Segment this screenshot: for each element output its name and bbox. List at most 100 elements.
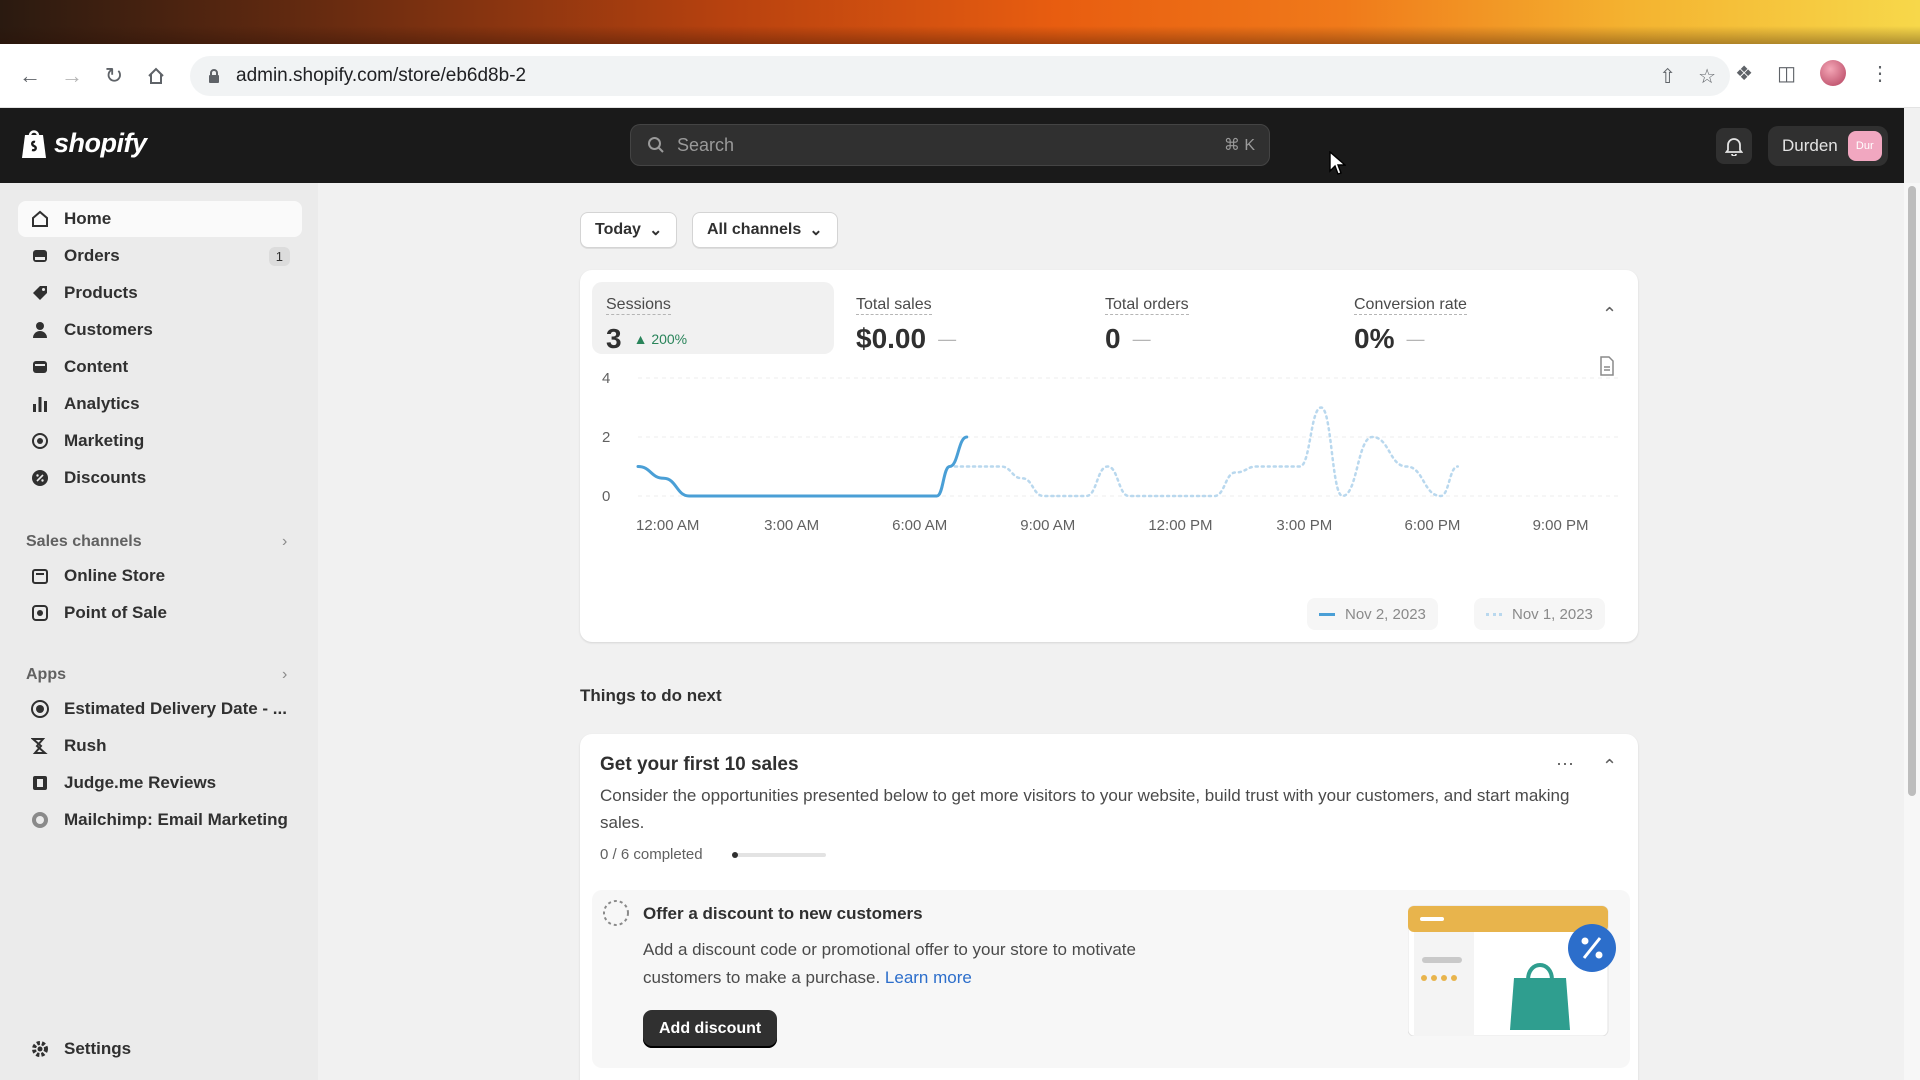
sidebar-item-orders[interactable]: Orders 1	[18, 238, 302, 274]
reload-icon[interactable]: ↻	[98, 60, 130, 92]
series-line-previous	[636, 406, 1460, 498]
sidebar-item-judgeme[interactable]: Judge.me Reviews	[18, 765, 302, 801]
sidebar-item-estimated-delivery[interactable]: Estimated Delivery Date - ...	[18, 691, 302, 727]
shopify-bag-icon	[22, 130, 46, 158]
task-incomplete-circle-icon[interactable]	[602, 899, 630, 927]
search-icon	[648, 137, 664, 153]
legend-current-period[interactable]: Nov 2, 2023	[1307, 598, 1438, 630]
store-user-name: Durden	[1782, 136, 1838, 155]
channel-filter-button[interactable]: All channels ⌄	[692, 212, 838, 248]
browser-menu-icon[interactable]: ⋮	[1870, 61, 1890, 86]
sidebar-item-label: Judge.me Reviews	[64, 773, 217, 792]
add-discount-button[interactable]: Add discount	[643, 1010, 778, 1048]
browser-profile-avatar[interactable]	[1820, 60, 1846, 86]
home-browser-icon[interactable]	[140, 60, 172, 92]
metric-sessions[interactable]: Sessions 3 ▲ 200%	[592, 282, 834, 354]
sidebar-item-home[interactable]: Home	[18, 201, 302, 237]
collapse-chevron-up-icon[interactable]: ⌃	[1602, 304, 1617, 325]
bell-icon	[1725, 138, 1743, 156]
sidebar-item-label: Orders	[64, 246, 120, 265]
sidebar-item-label: Online Store	[64, 566, 166, 585]
x-tick-label: 6:00 PM	[1405, 517, 1461, 534]
bar-chart-icon	[30, 394, 50, 414]
extensions-icon[interactable]: ❖	[1735, 61, 1753, 86]
chevron-down-icon: ⌄	[809, 222, 823, 239]
home-icon	[30, 209, 50, 229]
metric-trend-value: —	[1132, 328, 1151, 349]
legend-dotted-swatch	[1486, 612, 1502, 616]
metric-conversion-rate[interactable]: Conversion rate 0% —	[1354, 282, 1584, 354]
legend-solid-swatch	[1319, 612, 1335, 616]
sidebar-item-label: Settings	[64, 1039, 132, 1058]
account-menu-button[interactable]: Durden Dur	[1768, 126, 1888, 166]
onboarding-description: Consider the opportunities presented bel…	[600, 786, 1570, 832]
collapse-chevron-up-icon[interactable]: ⌃	[1602, 756, 1617, 777]
sidebar-item-online-store[interactable]: Online Store	[18, 558, 302, 594]
orders-count-badge: 1	[268, 246, 290, 266]
page-scrollbar-thumb[interactable]	[1908, 186, 1916, 796]
metric-label: Total orders	[1105, 296, 1189, 315]
content-icon	[30, 357, 50, 377]
sidebar-item-rush[interactable]: Rush	[18, 728, 302, 764]
sidebar-item-discounts[interactable]: Discounts	[18, 460, 302, 496]
side-panel-icon[interactable]: ◫	[1777, 61, 1796, 86]
search-shortcut: ⌘ K	[1223, 137, 1255, 154]
sidebar-item-label: Discounts	[64, 468, 147, 487]
discount-icon	[30, 468, 50, 488]
orders-icon	[30, 246, 50, 266]
sidebar-item-content[interactable]: Content	[18, 349, 302, 385]
search-input[interactable]: Search ⌘ K	[630, 124, 1270, 166]
metric-label: Conversion rate	[1354, 296, 1467, 315]
browser-toolbar: ← → ↻ admin.shopify.com/store/eb6d8b-2 ⇧…	[0, 44, 1920, 108]
metric-label: Total sales	[856, 296, 932, 315]
chevron-right-icon[interactable]: ›	[282, 666, 287, 684]
y-tick-label: 4	[602, 370, 610, 387]
sidebar-item-customers[interactable]: Customers	[18, 312, 302, 348]
metric-trend-up: ▲ 200%	[633, 331, 688, 347]
chevron-right-icon[interactable]: ›	[282, 533, 287, 551]
target-icon	[30, 431, 50, 451]
forward-icon[interactable]: →	[56, 60, 88, 92]
share-icon[interactable]: ⇧	[1659, 64, 1676, 89]
legend-label: Nov 2, 2023	[1345, 605, 1426, 623]
sidebar-item-label: Home	[64, 209, 112, 228]
bookmark-star-icon[interactable]: ☆	[1698, 64, 1716, 89]
more-options-icon[interactable]: ⋯	[1556, 754, 1574, 775]
task-description: Add a discount code or promotional offer…	[643, 936, 1203, 992]
admin-topbar: shopify Search ⌘ K Durden Dur	[0, 108, 1904, 183]
address-bar[interactable]: admin.shopify.com/store/eb6d8b-2 ⇧ ☆	[190, 56, 1730, 96]
notifications-button[interactable]	[1716, 128, 1752, 164]
sidebar-item-settings[interactable]: Settings	[18, 1031, 302, 1067]
metric-value: 3	[606, 323, 622, 354]
metric-total-orders[interactable]: Total orders 0 —	[1105, 282, 1335, 354]
onboarding-title: Get your first 10 sales	[600, 754, 799, 775]
back-icon[interactable]: ←	[14, 60, 46, 92]
sales-channels-heading[interactable]: Sales channels	[26, 533, 142, 551]
lock-icon	[209, 69, 219, 83]
sidebar-item-products[interactable]: Products	[18, 275, 302, 311]
learn-more-link[interactable]: Learn more	[885, 968, 972, 987]
sidebar-item-analytics[interactable]: Analytics	[18, 386, 302, 422]
metric-trend-value: —	[938, 328, 957, 349]
rush-icon	[30, 736, 50, 756]
apps-heading[interactable]: Apps	[26, 666, 66, 684]
metric-value: $0.00	[856, 323, 927, 354]
sidebar-item-label: Rush	[64, 736, 107, 755]
x-tick-label: 9:00 PM	[1533, 517, 1589, 534]
legend-previous-period[interactable]: Nov 1, 2023	[1474, 598, 1605, 630]
sidebar-item-marketing[interactable]: Marketing	[18, 423, 302, 459]
section-heading: Things to do next	[580, 686, 722, 705]
metric-total-sales[interactable]: Total sales $0.00 —	[856, 282, 1086, 354]
gear-icon	[30, 1039, 50, 1059]
metric-value: 0%	[1354, 323, 1395, 354]
sidebar-item-mailchimp[interactable]: Mailchimp: Email Marketing	[18, 802, 302, 838]
date-filter-button[interactable]: Today ⌄	[580, 212, 678, 248]
progress-start-dot	[732, 852, 738, 858]
sidebar-item-label: Analytics	[64, 394, 140, 413]
pos-icon	[30, 603, 50, 623]
sidebar-item-label: Marketing	[64, 431, 145, 450]
sidebar-item-point-of-sale[interactable]: Point of Sale	[18, 595, 302, 631]
store-icon	[30, 566, 50, 586]
search-placeholder: Search	[677, 134, 735, 155]
shopify-logo[interactable]: shopify	[20, 126, 147, 160]
